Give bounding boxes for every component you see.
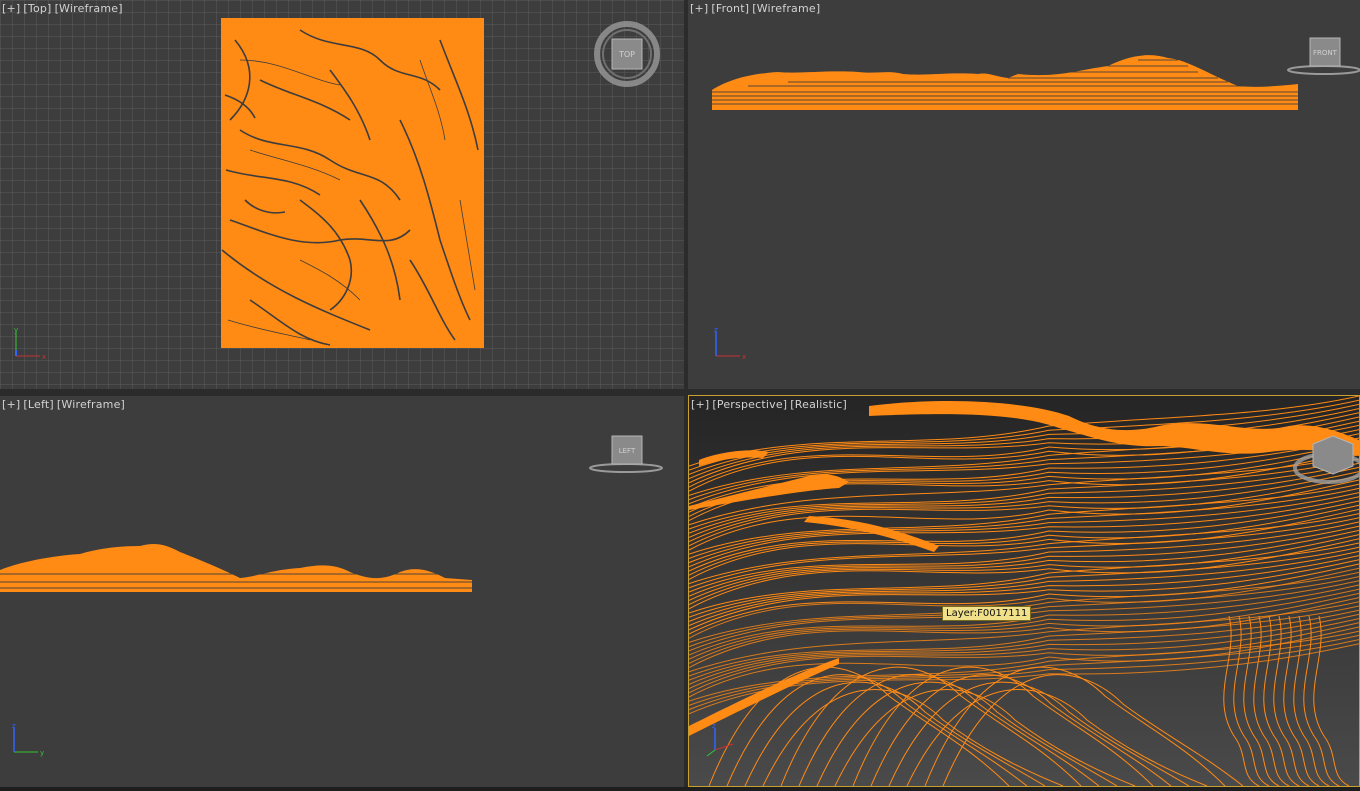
view-type-label[interactable]: [Top]: [23, 2, 51, 15]
axis-tripod-icon: y z: [12, 722, 44, 757]
viewcube-face-label: LEFT: [619, 447, 636, 455]
viewcube-face-label: TOP: [618, 50, 635, 59]
front-viewport[interactable]: [+] [Front] [Wireframe] FRONT x z: [688, 0, 1360, 389]
viewcube-front[interactable]: FRONT: [1284, 36, 1360, 78]
viewcube-face-label: FRONT: [1313, 49, 1338, 57]
layer-tooltip: Layer:F0017111: [942, 606, 1032, 621]
left-viewport[interactable]: [+] [Left] [Wireframe] LEFT y z: [0, 396, 684, 787]
view-type-label[interactable]: [Left]: [23, 398, 53, 411]
top-grid-canvas: [0, 0, 684, 389]
perspective-canvas: [689, 396, 1359, 786]
terrain-left-profile: [0, 544, 472, 592]
viewcube-left[interactable]: LEFT: [588, 434, 664, 476]
view-type-label[interactable]: [Front]: [711, 2, 749, 15]
axis-tripod-icon: x z: [714, 326, 746, 361]
top-viewport-label[interactable]: [+] [Top] [Wireframe]: [2, 2, 126, 15]
viewport-menu-button[interactable]: [+]: [690, 2, 708, 15]
status-strip: [0, 787, 1360, 791]
axis-tripod-icon: x y: [14, 326, 46, 361]
axis-tripod-icon: z: [706, 722, 734, 757]
viewport-menu-button[interactable]: [+]: [2, 398, 20, 411]
perspective-viewport[interactable]: [+] [Perspective] [Realistic] Layer:F00171…: [688, 395, 1360, 787]
view-type-label[interactable]: [Perspective]: [712, 398, 787, 411]
axis-z-label: z: [714, 326, 718, 334]
viewport-menu-button[interactable]: [+]: [2, 2, 20, 15]
viewport-menu-button[interactable]: [+]: [691, 398, 709, 411]
front-viewport-label[interactable]: [+] [Front] [Wireframe]: [690, 2, 823, 15]
shading-mode-label[interactable]: [Wireframe]: [57, 398, 125, 411]
axis-x-label: x: [42, 353, 46, 361]
axis-x-label: x: [742, 353, 746, 361]
axis-z-label: z: [12, 722, 16, 730]
shading-mode-label[interactable]: [Wireframe]: [55, 2, 123, 15]
axis-y-label: y: [14, 326, 18, 334]
viewcube-perspective[interactable]: [1289, 432, 1359, 488]
shading-mode-label[interactable]: [Wireframe]: [752, 2, 820, 15]
axis-y-label: y: [40, 749, 44, 757]
left-viewport-label[interactable]: [+] [Left] [Wireframe]: [2, 398, 128, 411]
axis-z-label: z: [712, 722, 716, 730]
perspective-viewport-label[interactable]: [+] [Perspective] [Realistic]: [691, 398, 850, 411]
terrain-front-profile: [712, 55, 1298, 110]
terrain-plan-view: [221, 18, 484, 348]
left-canvas: [0, 544, 472, 592]
top-viewport[interactable]: [+] [Top] [Wireframe] TOP x y: [0, 0, 684, 389]
front-canvas: [712, 55, 1298, 110]
shading-mode-label[interactable]: [Realistic]: [790, 398, 847, 411]
viewcube-top[interactable]: TOP: [592, 20, 662, 88]
